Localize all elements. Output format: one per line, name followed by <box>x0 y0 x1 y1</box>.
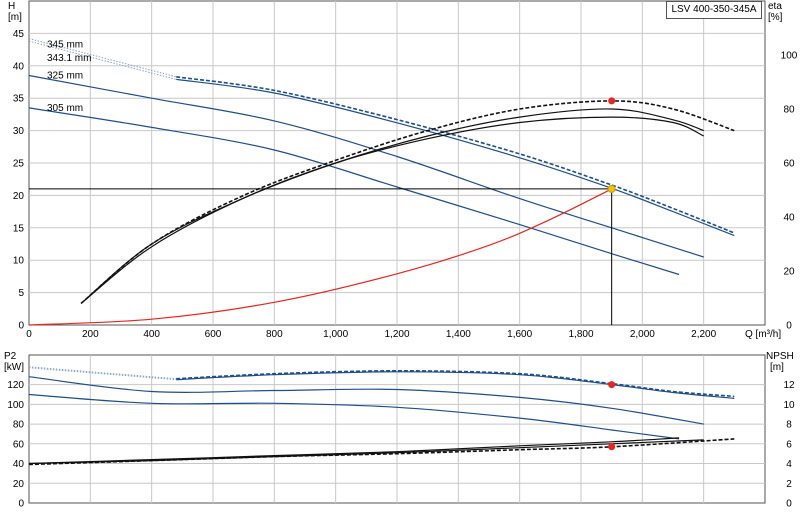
pump-performance-chart: 0 200 400 600 800 1,000 1,200 1,400 1,600 1,800 2,… <box>4 0 798 510</box>
x-tick-label: 400 <box>143 329 160 340</box>
pump-model-label: LSV 400-350-345A <box>666 1 762 19</box>
series-label: 305 mm <box>47 103 83 114</box>
y2-axis-label: NPSH <box>766 351 794 362</box>
duty-point-marker <box>607 184 616 193</box>
y-tick-label: 25 <box>13 159 25 170</box>
y2-tick-label: 60 <box>783 159 795 170</box>
y2-tick-label: 10 <box>783 400 795 411</box>
y2-tick-label: 4 <box>786 459 792 470</box>
y2-tick-label: 2 <box>786 479 792 490</box>
efficiency-point-marker <box>608 97 616 105</box>
y2-tick-label: 0 <box>786 321 792 332</box>
y-tick-label: 120 <box>7 380 24 391</box>
y-tick-label: 20 <box>13 191 25 202</box>
y2-tick-label: 12 <box>783 380 795 391</box>
y2-tick-label: 100 <box>781 51 798 62</box>
x-tick-label: 2,000 <box>630 329 655 340</box>
x-tick-label: 600 <box>205 329 222 340</box>
y2-tick-label: 20 <box>783 267 795 278</box>
y-tick-label: 100 <box>7 400 24 411</box>
y2-tick-label: 40 <box>783 213 795 224</box>
y2-axis-unit: [m] <box>770 362 784 373</box>
y-axis-label: P2 <box>4 351 17 362</box>
power-point-marker <box>608 381 616 389</box>
x-tick-label: 1,600 <box>507 329 532 340</box>
y2-tick-label: 8 <box>786 420 792 431</box>
x-tick-label: 1,800 <box>568 329 593 340</box>
x-tick-label: 1,000 <box>323 329 348 340</box>
x-tick-label: 2,200 <box>691 329 716 340</box>
npsh-point-marker <box>608 443 616 451</box>
y-axis-unit: [m] <box>8 12 22 23</box>
y-axis-unit: [kW] <box>4 362 24 373</box>
series-label: 345 mm <box>47 40 83 51</box>
x-tick-label: 1,200 <box>384 329 409 340</box>
y-tick-label: 30 <box>13 126 25 137</box>
y-tick-label: 60 <box>13 439 25 450</box>
y-tick-label: 80 <box>13 420 25 431</box>
series-label: 343.1 mm <box>47 53 91 64</box>
y2-tick-label: 0 <box>786 499 792 510</box>
y-tick-label: 40 <box>13 61 25 72</box>
x-tick-label: 800 <box>266 329 283 340</box>
y-tick-label: 20 <box>13 479 25 490</box>
x-tick-label: 1,400 <box>446 329 471 340</box>
x-axis-label: Q [m³/h] <box>745 329 781 340</box>
y-tick-label: 45 <box>13 29 25 40</box>
y2-tick-label: 80 <box>783 105 795 116</box>
y-tick-label: 0 <box>18 499 24 510</box>
y2-tick-label: 6 <box>786 439 792 450</box>
y2-axis-label: eta <box>768 1 782 12</box>
y-tick-label: 15 <box>13 223 25 234</box>
x-tick-label: 0 <box>26 329 32 340</box>
x-tick-label: 200 <box>82 329 99 340</box>
y-tick-label: 35 <box>13 94 25 105</box>
y-tick-label: 10 <box>13 256 25 267</box>
power-npsh-plot-area: 0 20 40 60 80 100 120 0 2 4 6 8 10 12 P2[kW] NPSH[m] <box>4 351 795 510</box>
y-tick-label: 5 <box>18 288 24 299</box>
y-axis-label: H <box>8 1 15 12</box>
performance-plot-area: 0 200 400 600 800 1,000 1,200 1,400 1,600 1,800 2,… <box>8 0 798 340</box>
y-tick-label: 0 <box>18 321 24 332</box>
y-tick-label: 40 <box>13 459 25 470</box>
y2-axis-unit: [%] <box>768 12 783 23</box>
series-label: 325 mm <box>47 71 83 82</box>
